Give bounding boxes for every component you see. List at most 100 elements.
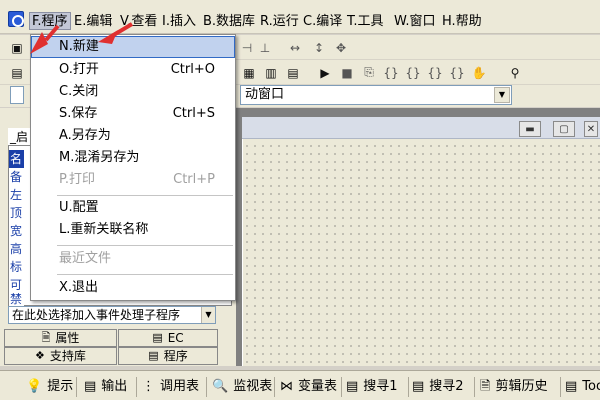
event-handler-combo[interactable]: 在此处选择加入事件处理子程序 ▼ <box>8 306 216 324</box>
layout-1-icon[interactable]: ▦ <box>240 64 258 81</box>
variables-icon: ⋈ <box>280 379 293 394</box>
status-tab-label: 输出 <box>101 379 128 394</box>
menu-compile[interactable]: C.编译 <box>301 13 344 31</box>
align-left-icon[interactable]: ⊣ <box>238 39 256 56</box>
small-combo[interactable] <box>10 86 24 104</box>
tab-ec[interactable]: ▤ EC <box>118 329 218 347</box>
status-tab-search1[interactable]: ▤ 搜寻1 <box>346 377 398 397</box>
window-combo-value: 动窗口 <box>245 87 285 102</box>
find-icon[interactable]: ⚲ <box>506 64 524 81</box>
menu-item-save-as[interactable]: A.另存为 <box>31 125 235 147</box>
close-icon[interactable]: ✕ <box>584 121 598 137</box>
status-tab-label: Too <box>582 379 600 394</box>
program-icon: ▤ <box>148 349 159 362</box>
menu-view[interactable]: V.查看 <box>118 13 159 31</box>
tab-program-label: 程序 <box>163 349 188 363</box>
menu-item-open[interactable]: O.打开 Ctrl+O <box>31 59 235 81</box>
status-tab-tools[interactable]: ▤ Too <box>565 377 600 397</box>
chevron-down-icon[interactable]: ▼ <box>494 87 510 103</box>
minimize-icon[interactable]: ▬ <box>519 121 541 137</box>
property-row[interactable]: 禁 <box>9 292 24 306</box>
menu-item-config[interactable]: U.配置 <box>31 197 235 219</box>
status-tab-callstack[interactable]: ⋮ 调用表 <box>142 377 199 397</box>
chevron-down-icon[interactable]: ▼ <box>201 307 215 323</box>
step-1-icon[interactable]: ⎘ <box>360 64 378 81</box>
property-row[interactable]: 宽 <box>9 222 24 240</box>
tab-properties-label: 属性 <box>55 331 80 345</box>
menu-run[interactable]: R.运行 <box>258 13 301 31</box>
step-into-icon[interactable]: {} <box>382 64 400 81</box>
status-tab-hint[interactable]: 💡 提示 <box>26 377 73 397</box>
align-center-icon[interactable]: ⊥ <box>256 39 274 56</box>
property-row[interactable]: 高 <box>9 240 24 258</box>
menu-item-recent-files[interactable]: 最近文件 <box>31 248 235 270</box>
menu-item-relink-names[interactable]: L.重新关联名称 <box>31 219 235 241</box>
stop-icon[interactable]: ■ <box>338 64 356 81</box>
hand-icon[interactable]: ✋ <box>470 64 488 81</box>
separator <box>341 377 342 397</box>
menu-item-exit[interactable]: X.退出 <box>31 277 235 299</box>
property-row[interactable]: 名 <box>9 150 24 168</box>
menu-file[interactable]: F.程序 <box>29 12 71 30</box>
menu-item-label: X.退出 <box>59 280 99 295</box>
separator <box>560 377 561 397</box>
tab-program[interactable]: ▤ 程序 <box>118 347 218 365</box>
run-to-cursor-icon[interactable]: {} <box>448 64 466 81</box>
menu-help[interactable]: H.帮助 <box>440 13 484 31</box>
form-title-bar <box>242 117 600 139</box>
menu-item-new[interactable]: N.新建 <box>31 36 235 58</box>
properties-icon: 🗎 <box>41 331 51 344</box>
menu-insert[interactable]: I.插入 <box>160 13 198 31</box>
property-row[interactable]: 顶 <box>9 204 24 222</box>
menu-edit[interactable]: E.编辑 <box>72 13 114 31</box>
separator <box>408 377 409 397</box>
same-size-icon[interactable]: ✥ <box>332 39 350 56</box>
menu-item-obfuscate-save-as[interactable]: M.混淆另存为 <box>31 147 235 169</box>
menu-item-label: N.新建 <box>59 39 99 54</box>
property-row[interactable]: 备 <box>9 168 24 186</box>
menu-item-label: P.打印 <box>59 172 95 187</box>
step-out-icon[interactable]: {} <box>426 64 444 81</box>
status-tab-label: 调用表 <box>160 379 200 394</box>
menu-tools[interactable]: T.工具 <box>345 13 386 31</box>
same-width-icon[interactable]: ↔ <box>286 39 304 56</box>
same-height-icon[interactable]: ↕ <box>310 39 328 56</box>
menu-item-label: C.关闭 <box>59 84 99 99</box>
menu-database[interactable]: B.数据库 <box>201 13 257 31</box>
ec-icon: ▤ <box>152 331 163 344</box>
status-tab-search2[interactable]: ▤ 搜寻2 <box>412 377 464 397</box>
menu-separator <box>57 274 233 275</box>
app-icon[interactable] <box>8 11 24 27</box>
menu-item-label: A.另存为 <box>59 128 111 143</box>
tools-icon: ▤ <box>565 379 578 394</box>
form-canvas[interactable] <box>242 117 600 366</box>
menu-window[interactable]: W.窗口 <box>392 13 438 31</box>
run-icon[interactable]: ▶ <box>316 64 334 81</box>
status-tab-output[interactable]: ▤ 输出 <box>84 377 127 397</box>
status-tab-clip-history[interactable]: 🗎 剪辑历史 <box>480 377 547 397</box>
magnifier-icon: 🔍 <box>212 379 229 394</box>
new-file-icon[interactable]: ▤ <box>8 64 26 81</box>
separator <box>474 377 475 397</box>
tab-properties[interactable]: 🗎 属性 <box>4 329 117 347</box>
maximize-icon[interactable]: ▢ <box>553 121 575 137</box>
lightbulb-icon: 💡 <box>26 379 43 394</box>
layout-3-icon[interactable]: ▤ <box>284 64 302 81</box>
layout-2-icon[interactable]: ▥ <box>262 64 280 81</box>
menu-item-label: 最近文件 <box>59 251 112 266</box>
shortcut-label: Ctrl+P <box>173 172 215 187</box>
restore-icon[interactable]: ▣ <box>8 39 26 56</box>
separator <box>136 377 137 397</box>
tab-support-lib[interactable]: ❖ 支持库 <box>4 347 117 365</box>
status-tab-label: 搜寻1 <box>363 379 398 394</box>
status-tab-variables[interactable]: ⋈ 变量表 <box>280 377 337 397</box>
status-tab-watch[interactable]: 🔍 监视表 <box>212 377 272 397</box>
step-over-icon[interactable]: {} <box>404 64 422 81</box>
menu-item-print[interactable]: P.打印 Ctrl+P <box>31 169 235 191</box>
property-row[interactable]: 标 <box>9 258 24 276</box>
separator <box>76 377 77 397</box>
menu-item-save[interactable]: S.保存 Ctrl+S <box>31 103 235 125</box>
menu-item-close[interactable]: C.关闭 <box>31 81 235 103</box>
property-row[interactable]: 左 <box>9 186 24 204</box>
window-combo[interactable]: 动窗口 ▼ <box>240 85 512 105</box>
